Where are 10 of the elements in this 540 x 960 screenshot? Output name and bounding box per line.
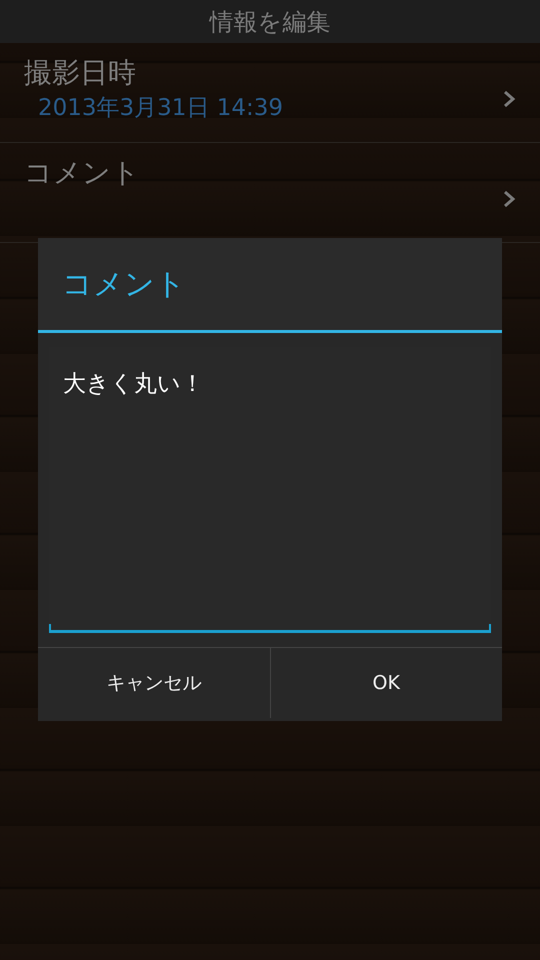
settings-row[interactable]: 撮影日時 2013年3月31日 14:39 bbox=[0, 43, 540, 143]
row-label: コメント bbox=[24, 155, 141, 191]
screen-title: 情報を編集 bbox=[210, 6, 330, 38]
row-value: 2013年3月31日 14:39 bbox=[37, 94, 284, 123]
chevron-icon bbox=[502, 88, 516, 108]
cancel-button[interactable]: キャンセル bbox=[38, 648, 270, 718]
ok-button[interactable]: OK bbox=[270, 648, 502, 718]
chevron-icon bbox=[502, 188, 516, 208]
dialog-title: コメント bbox=[62, 266, 186, 304]
row-label: 撮影日時 bbox=[24, 55, 137, 91]
